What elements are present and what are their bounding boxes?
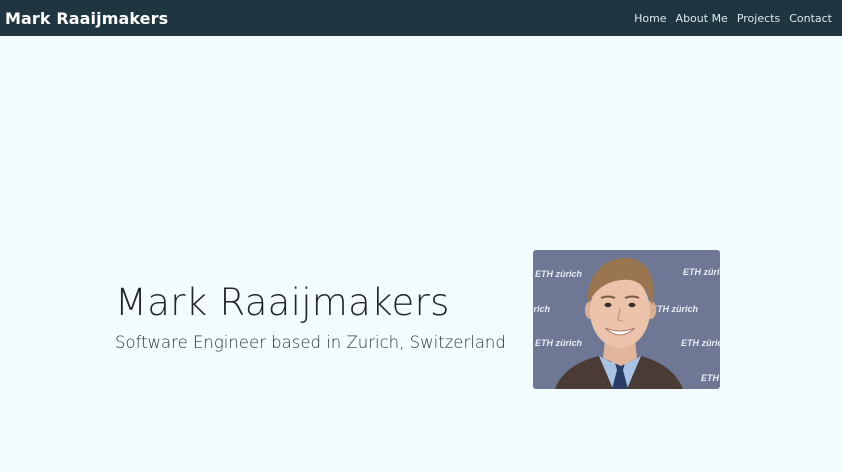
hero-subtitle: Software Engineer based in Zurich, Switz… [115,333,506,352]
profile-photo-image: ETH zürich ETH zürich ETH zürich ETH zür… [533,250,720,389]
nav-contact-link[interactable]: Contact [789,12,832,25]
nav-about-link[interactable]: About Me [676,12,728,25]
backdrop-logo-text: ETH zürich [701,373,720,383]
backdrop-logo-text: ETH zürich [683,267,720,277]
backdrop-logo-text: ETH zürich [651,304,699,314]
backdrop-logo-text: ETH zürich [533,304,551,314]
nav-projects-link[interactable]: Projects [737,12,780,25]
navbar: Mark Raaijmakers Home About Me Projects … [0,0,842,36]
backdrop-logo-text: ETH zürich [681,338,720,348]
nav-home-link[interactable]: Home [634,12,666,25]
backdrop-logo-text: ETH zürich [535,338,583,348]
backdrop-logo-text: ETH zürich [535,269,583,279]
nav-links: Home About Me Projects Contact [634,12,832,25]
hero-name: Mark Raaijmakers [115,281,450,324]
brand-link[interactable]: Mark Raaijmakers [5,9,168,28]
profile-photo: ETH zürich ETH zürich ETH zürich ETH zür… [533,250,720,389]
